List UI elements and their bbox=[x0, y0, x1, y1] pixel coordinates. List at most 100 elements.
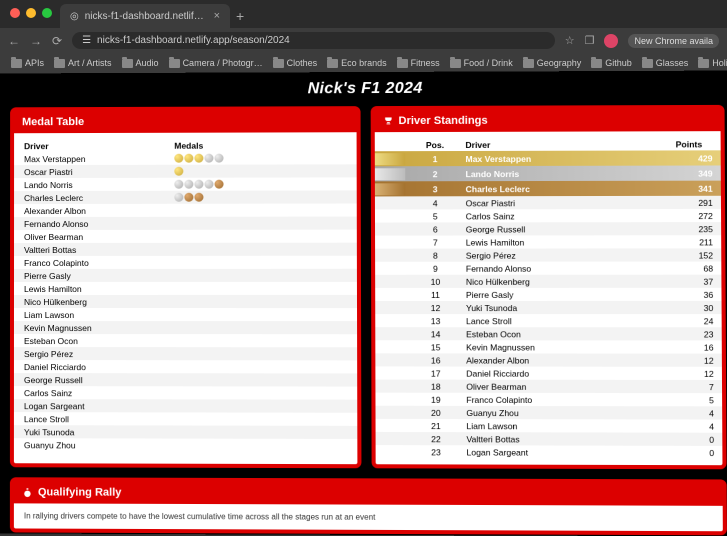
medal-gold-icon bbox=[174, 167, 183, 176]
col-driver: Driver bbox=[24, 140, 174, 150]
qualifying-rally-card: Qualifying Rally In rallying drivers com… bbox=[10, 477, 727, 535]
site-info-icon[interactable]: ☰ bbox=[82, 35, 91, 46]
bookmark-item[interactable]: Food / Drink bbox=[447, 57, 516, 69]
points: 341 bbox=[660, 183, 721, 193]
standing-row: 17Daniel Ricciardo12 bbox=[375, 366, 722, 380]
close-tab-icon[interactable]: × bbox=[214, 10, 220, 22]
medals-cell bbox=[174, 296, 346, 306]
medals-cell bbox=[175, 440, 347, 450]
points: 4 bbox=[661, 421, 723, 431]
back-button[interactable]: ← bbox=[8, 34, 20, 48]
standing-row: 14Esteban Ocon23 bbox=[375, 327, 722, 340]
page-content: Nick's F1 2024 Medal Table DriverMedalsM… bbox=[0, 71, 727, 536]
driver-name: Sergio Pérez bbox=[466, 250, 660, 260]
bookmark-item[interactable]: Github bbox=[588, 57, 635, 69]
rally-body: In rallying drivers compete to have the … bbox=[14, 503, 723, 531]
medal-table-heading: Medal Table bbox=[22, 116, 84, 128]
driver-name: Lewis Hamilton bbox=[466, 237, 660, 247]
driver-name: Logan Sargeant bbox=[24, 401, 175, 411]
folder-icon bbox=[327, 59, 338, 68]
reload-button[interactable]: ⟳ bbox=[52, 34, 62, 48]
profile-icon[interactable] bbox=[604, 34, 618, 48]
driver-name: Guanyu Zhou bbox=[24, 440, 175, 450]
driver-name: Oscar Piastri bbox=[466, 197, 660, 207]
bookmark-label: Camera / Photogr… bbox=[183, 58, 263, 68]
col-points: Points bbox=[649, 139, 710, 149]
address-bar[interactable]: ☰ nicks-f1-dashboard.netlify.app/season/… bbox=[72, 32, 555, 49]
medals-cell bbox=[174, 270, 346, 280]
driver-name: Yuki Tsunoda bbox=[466, 302, 660, 312]
forward-button[interactable]: → bbox=[30, 34, 42, 48]
driver-name: Guanyu Zhou bbox=[466, 407, 660, 417]
driver-name: Logan Sargeant bbox=[466, 447, 660, 458]
bookmark-item[interactable]: Camera / Photogr… bbox=[166, 57, 266, 69]
standing-row: 9Fernando Alonso68 bbox=[375, 262, 722, 275]
close-window[interactable] bbox=[10, 8, 20, 18]
position: 17 bbox=[405, 368, 466, 378]
standing-row: 19Franco Colapinto5 bbox=[375, 393, 722, 407]
standings-heading: Driver Standings bbox=[398, 115, 487, 127]
browser-chrome: ◎ nicks-f1-dashboard.netlify.ap × + ← → … bbox=[0, 0, 727, 73]
driver-name: Esteban Ocon bbox=[466, 329, 660, 339]
bookmark-label: Fitness bbox=[411, 58, 440, 68]
bookmark-item[interactable]: Eco brands bbox=[324, 57, 390, 69]
points: 68 bbox=[660, 263, 721, 273]
position: 18 bbox=[405, 381, 466, 391]
bookmark-label: Eco brands bbox=[341, 58, 387, 68]
points: 30 bbox=[660, 302, 721, 312]
position: 3 bbox=[405, 184, 466, 194]
card-header: Driver Standings bbox=[374, 109, 720, 132]
standing-row: 21Liam Lawson4 bbox=[375, 419, 722, 433]
medal-row: Liam Lawson bbox=[14, 308, 357, 321]
position: 9 bbox=[405, 263, 466, 273]
extensions-icon[interactable]: ❐ bbox=[585, 34, 595, 47]
position: 12 bbox=[405, 302, 466, 312]
driver-name: Franco Colapinto bbox=[466, 394, 660, 404]
standing-row: 13Lance Stroll24 bbox=[375, 314, 722, 327]
standing-row: 23Logan Sargeant0 bbox=[375, 445, 722, 459]
standing-row: 2Lando Norris349 bbox=[374, 165, 721, 181]
folder-icon bbox=[591, 59, 602, 68]
medal-silver-icon bbox=[194, 180, 203, 189]
browser-tab[interactable]: ◎ nicks-f1-dashboard.netlify.ap × bbox=[60, 4, 230, 28]
medal-row: Esteban Ocon bbox=[14, 334, 357, 347]
medal-row: Daniel Ricciardo bbox=[14, 360, 357, 373]
driver-name: Liam Lawson bbox=[466, 421, 660, 432]
position: 20 bbox=[405, 407, 466, 417]
medal-gold-icon bbox=[194, 154, 203, 163]
driver-name: Franco Colapinto bbox=[24, 257, 174, 267]
driver-name: Charles Leclerc bbox=[24, 192, 174, 202]
standing-row: 22Valtteri Bottas0 bbox=[375, 432, 722, 446]
driver-name: Daniel Ricciardo bbox=[24, 362, 175, 372]
new-tab-button[interactable]: + bbox=[236, 8, 244, 24]
bookmark-item[interactable]: Audio bbox=[119, 57, 162, 69]
update-chip[interactable]: New Chrome availa bbox=[628, 34, 719, 48]
bookmark-item[interactable]: Art / Artists bbox=[51, 57, 115, 69]
medal-bronze-icon bbox=[184, 193, 193, 202]
bookmark-item[interactable]: APIs bbox=[8, 57, 47, 69]
bookmark-item[interactable]: Clothes bbox=[270, 57, 321, 69]
points: 272 bbox=[660, 210, 721, 220]
bookmark-item[interactable]: Holidays bbox=[695, 57, 727, 69]
medals-cell bbox=[174, 231, 346, 241]
medals-cell bbox=[174, 205, 346, 215]
share-icon[interactable]: ☆ bbox=[565, 34, 575, 47]
medal-row: Lando Norris bbox=[14, 177, 356, 191]
points: 36 bbox=[660, 289, 721, 299]
standing-row: 15Kevin Magnussen16 bbox=[375, 340, 722, 353]
bookmark-item[interactable]: Glasses bbox=[639, 57, 692, 69]
maximize-window[interactable] bbox=[42, 8, 52, 18]
driver-name: Pierre Gasly bbox=[466, 289, 660, 299]
tab-favicon: ◎ bbox=[70, 11, 79, 22]
minimize-window[interactable] bbox=[26, 8, 36, 18]
standing-row: 18Oliver Bearman7 bbox=[375, 380, 722, 394]
bookmark-item[interactable]: Geography bbox=[520, 57, 585, 69]
bookmark-item[interactable]: Fitness bbox=[394, 57, 443, 69]
folder-icon bbox=[523, 59, 534, 68]
points: 16 bbox=[660, 342, 721, 352]
position: 1 bbox=[405, 154, 466, 164]
driver-name: Lando Norris bbox=[466, 168, 660, 179]
rally-heading: Qualifying Rally bbox=[38, 486, 121, 498]
stopwatch-icon bbox=[22, 487, 33, 498]
medals-cell bbox=[175, 414, 347, 424]
